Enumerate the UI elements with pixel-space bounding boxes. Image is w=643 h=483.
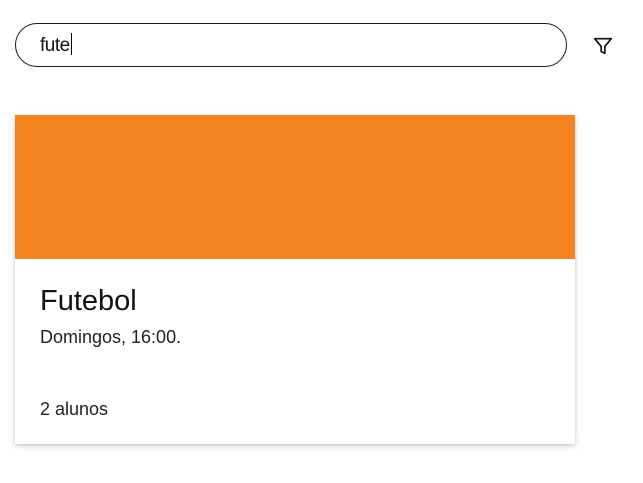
filter-icon	[593, 37, 613, 55]
card-schedule: Domingos, 16:00.	[40, 327, 182, 347]
filter-button[interactable]	[590, 33, 616, 59]
search-input[interactable]: fute	[40, 33, 73, 57]
card-color-banner	[15, 115, 575, 259]
search-input-value: fute	[40, 35, 70, 56]
text-caret	[70, 33, 73, 55]
search-bar[interactable]: fute	[15, 23, 567, 67]
card-title: Futebol	[40, 285, 137, 317]
class-card[interactable]: Futebol Domingos, 16:00. 2 alunos	[15, 115, 575, 444]
card-student-count: 2 alunos	[40, 399, 109, 419]
